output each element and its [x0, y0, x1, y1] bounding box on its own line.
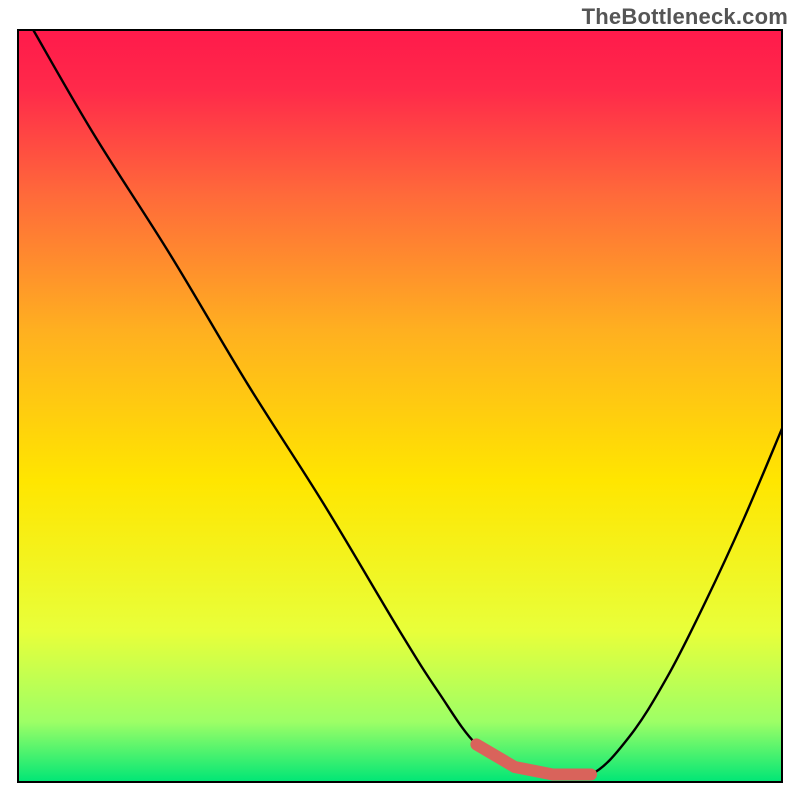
- plot-background: [18, 30, 782, 782]
- bottleneck-chart: [0, 0, 800, 800]
- watermark-text: TheBottleneck.com: [582, 4, 788, 30]
- chart-container: { "watermark": "TheBottleneck.com", "col…: [0, 0, 800, 800]
